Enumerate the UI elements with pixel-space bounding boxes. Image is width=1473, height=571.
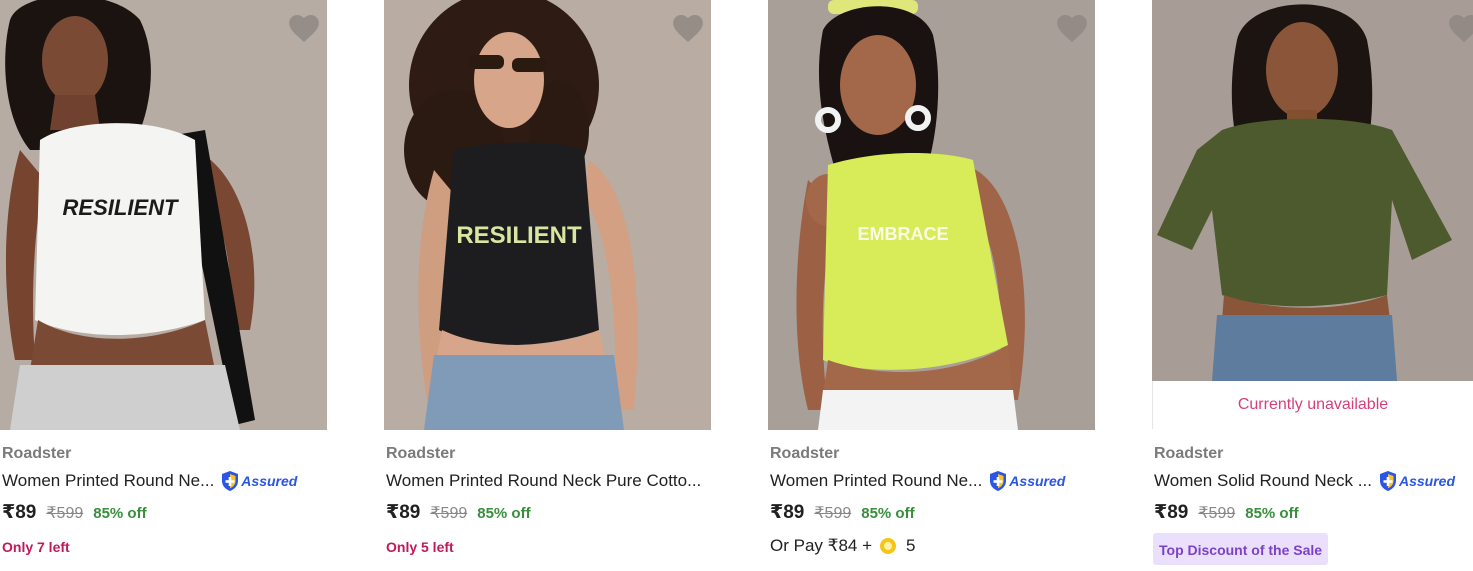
shield-plus-icon	[1379, 471, 1396, 491]
product-brand: Roadster	[386, 445, 456, 462]
product-image[interactable]: EMBRACE	[768, 0, 1095, 430]
wishlist-heart-icon[interactable]	[1447, 12, 1473, 44]
shield-plus-icon	[222, 471, 239, 491]
wishlist-heart-icon[interactable]	[671, 12, 705, 44]
stock-note: Only 5 left	[386, 539, 454, 555]
discount-percent: 85% off	[477, 505, 531, 522]
model-photo	[1152, 0, 1473, 381]
product-card[interactable]: Currently unavailable Roadster Women Sol…	[1152, 0, 1473, 571]
model-photo: RESILIENT	[384, 0, 711, 430]
product-card[interactable]: RESILIENT Roadster Women Printed Round N…	[384, 0, 711, 571]
price-row: ₹89 ₹599 85% off	[770, 501, 915, 524]
selling-price: ₹89	[386, 502, 421, 523]
assured-badge: Assured	[220, 470, 297, 492]
product-image[interactable]: RESILIENT	[0, 0, 327, 430]
product-image[interactable]: RESILIENT	[384, 0, 711, 430]
assured-badge: Assured	[1378, 470, 1455, 492]
product-title[interactable]: Women Solid Round Neck ...	[1154, 471, 1372, 491]
selling-price: ₹89	[770, 502, 805, 523]
product-title[interactable]: Women Printed Round Ne...	[2, 471, 214, 491]
assured-badge: Assured	[988, 470, 1065, 492]
product-title-row[interactable]: Women Solid Round Neck ... Assured	[1154, 469, 1455, 493]
product-title[interactable]: Women Printed Round Ne...	[770, 471, 982, 491]
assured-label: Assured	[241, 473, 298, 489]
product-title[interactable]: Women Printed Round Neck Pure Cotto...	[386, 471, 701, 491]
original-price: ₹599	[1198, 505, 1236, 522]
stock-note: Only 7 left	[2, 539, 70, 555]
or-pay-text: Or Pay ₹84 +	[770, 536, 872, 555]
price-row: ₹89 ₹599 85% off	[1154, 501, 1299, 524]
discount-percent: 85% off	[1245, 505, 1299, 522]
original-price: ₹599	[430, 505, 468, 522]
assured-label: Assured	[1009, 473, 1066, 489]
discount-percent: 85% off	[861, 505, 915, 522]
wishlist-heart-icon[interactable]	[1055, 12, 1089, 44]
product-card[interactable]: RESILIENT Roadster Women Printed Round N…	[0, 0, 327, 571]
model-photo: EMBRACE	[768, 0, 1095, 430]
supercoin-offer: Or Pay ₹84 + 5	[770, 536, 915, 556]
product-brand: Roadster	[1154, 445, 1224, 462]
product-brand: Roadster	[770, 445, 840, 462]
product-brand: Roadster	[2, 445, 72, 462]
discount-percent: 85% off	[93, 505, 147, 522]
assured-label: Assured	[1398, 473, 1455, 489]
availability-status: Currently unavailable	[1152, 381, 1473, 429]
wishlist-heart-icon[interactable]	[287, 12, 321, 44]
coin-count: 5	[906, 536, 916, 555]
product-image[interactable]	[1152, 0, 1473, 381]
product-card[interactable]: EMBRACE Roadster Women Printed Round Ne.…	[768, 0, 1095, 571]
selling-price: ₹89	[2, 502, 37, 523]
product-title-row[interactable]: Women Printed Round Ne... Assured	[2, 469, 297, 493]
product-title-row[interactable]: Women Printed Round Ne... Assured	[770, 469, 1065, 493]
price-row: ₹89 ₹599 85% off	[386, 501, 531, 524]
selling-price: ₹89	[1154, 502, 1189, 523]
svg-text:RESILIENT: RESILIENT	[456, 222, 582, 249]
original-price: ₹599	[46, 505, 84, 522]
original-price: ₹599	[814, 505, 852, 522]
supercoin-icon	[880, 538, 896, 554]
promo-badge: Top Discount of the Sale	[1153, 533, 1329, 565]
product-title-row[interactable]: Women Printed Round Neck Pure Cotto...	[386, 469, 701, 493]
model-photo: RESILIENT	[0, 0, 327, 430]
svg-text:RESILIENT: RESILIENT	[63, 195, 179, 220]
svg-text:EMBRACE: EMBRACE	[857, 224, 948, 244]
price-row: ₹89 ₹599 85% off	[2, 501, 147, 524]
shield-plus-icon	[990, 471, 1007, 491]
